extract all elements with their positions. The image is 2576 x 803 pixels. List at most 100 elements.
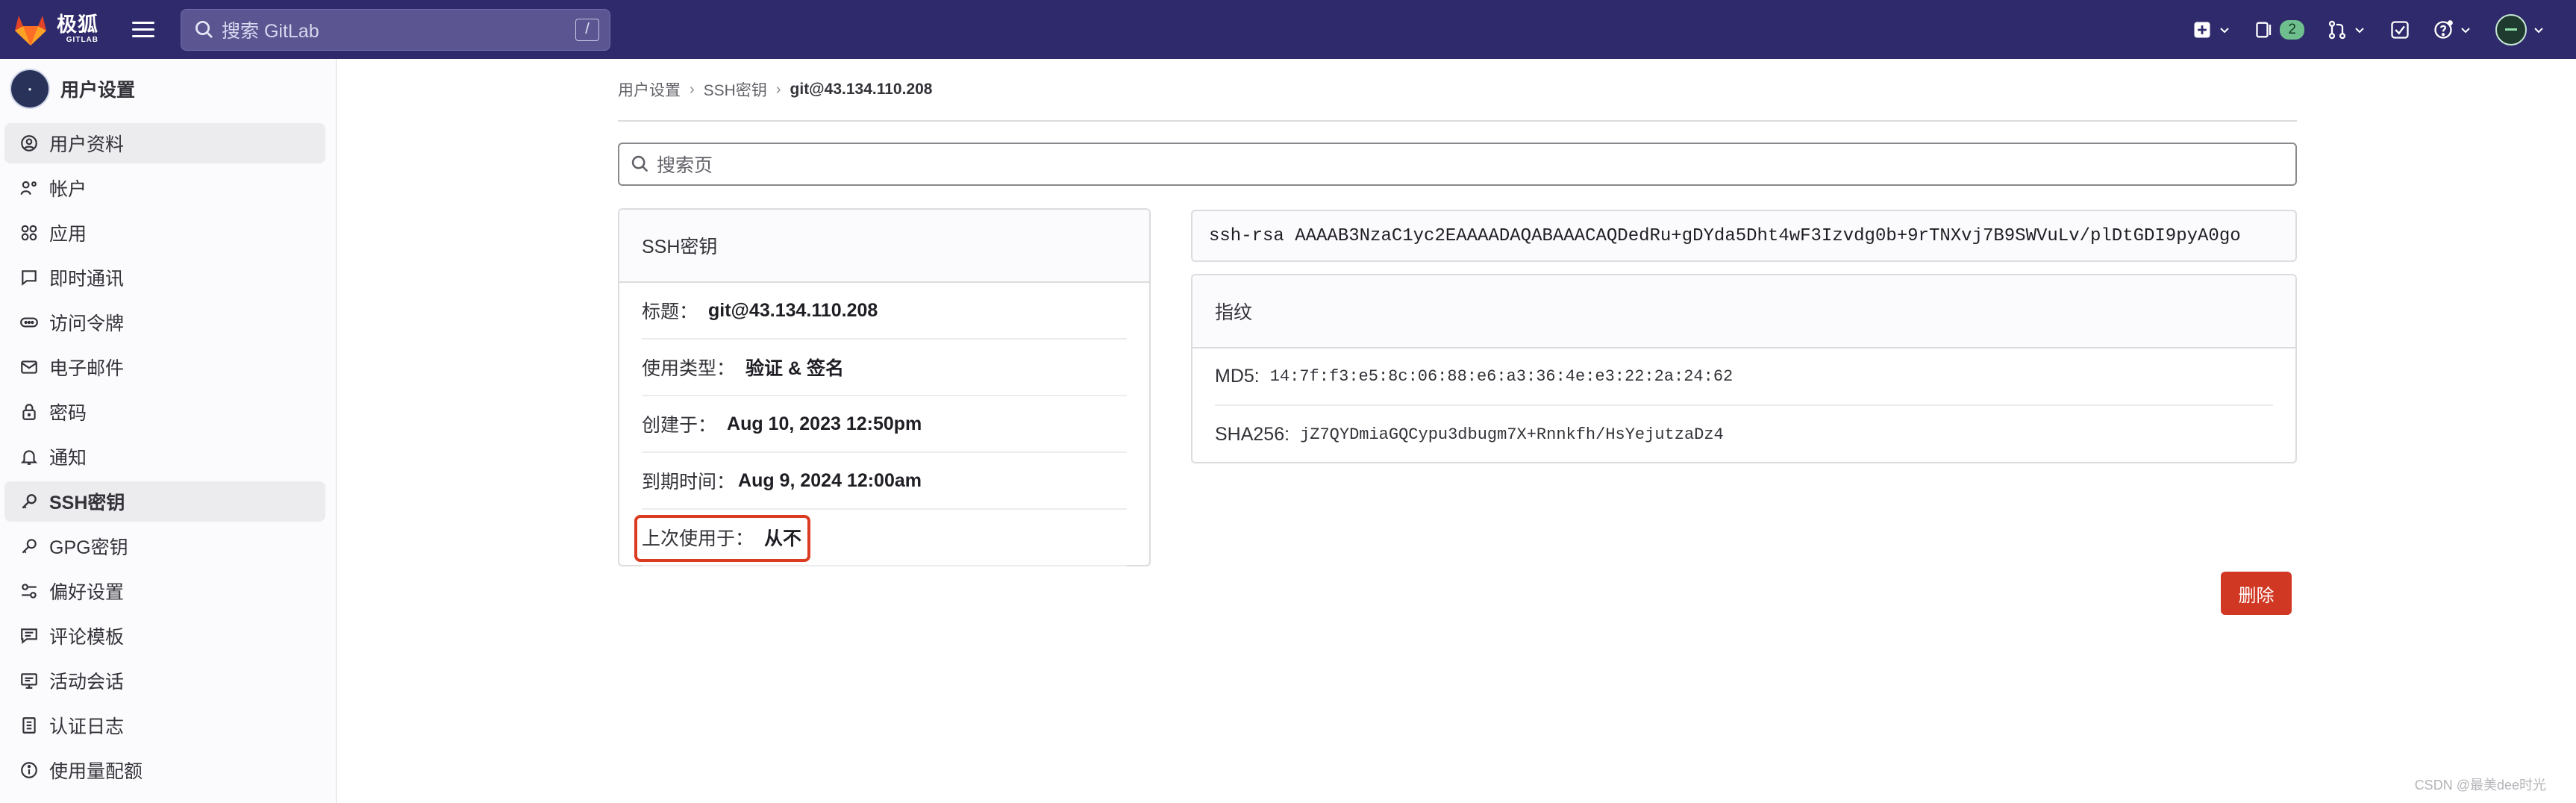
sidebar-item-label: 用户资料: [49, 134, 125, 155]
menu-toggle-button[interactable]: [130, 16, 157, 43]
ssh-public-key-text[interactable]: ssh-rsa AAAAB3NzaC1yc2EAAAADAQABAAACAQDe…: [1191, 210, 2297, 262]
sidebar-item-label: 应用: [49, 224, 87, 245]
ssh-key-expires-label: 到期时间：: [642, 472, 736, 493]
sidebar-item-label: 评论模板: [49, 627, 125, 648]
sidebar-item-label: 使用量配额: [49, 761, 143, 782]
global-search-input[interactable]: 搜索 GitLab /: [181, 8, 610, 51]
sidebar-item-auth-log[interactable]: 认证日志: [4, 705, 325, 746]
create-new-button[interactable]: [2192, 19, 2232, 40]
key-icon: [22, 494, 37, 509]
fingerprints-card-header: 指纹: [1192, 275, 2295, 349]
sidebar-nav: 用户资料 帐户 应用 即时通讯 访问令牌 电子邮件 密码 通知 SSH密钥 GP…: [0, 123, 336, 790]
fingerprint-sha256-row: SHA256: jZ7QYDmiaGQCypu3dbugm7X+Rnnkfh/H…: [1215, 406, 2273, 463]
ssh-key-created-value: Aug 10, 2023 12:50pm: [727, 413, 922, 434]
issues-count-badge: 2: [2280, 19, 2304, 40]
fingerprint-md5-value: 14:7f:f3:e5:8c:06:88:e6:a3:36:4e:e3:22:2…: [1269, 367, 1734, 386]
ssh-key-usage-type-label: 使用类型：: [642, 358, 736, 379]
chevron-down-icon: [2355, 27, 2364, 33]
settings-sidebar: ● 用户设置 用户资料 帐户 应用 即时通讯 访问令牌 电子邮件 密码 通知 S…: [0, 59, 337, 803]
help-button[interactable]: [2433, 19, 2473, 40]
help-question-icon: [2434, 19, 2453, 39]
ssh-key-usage-type-value: 验证 & 签名: [745, 358, 844, 379]
user-circle-icon: [21, 135, 37, 151]
sidebar-item-active-sessions[interactable]: 活动会话: [4, 660, 325, 701]
ssh-key-card-header: SSH密钥: [619, 210, 1149, 283]
fingerprint-sha256-label: SHA256:: [1215, 424, 1290, 445]
page-search-input[interactable]: 搜索页: [618, 143, 2297, 186]
log-icon: [22, 717, 36, 734]
breadcrumb-separator-icon: ›: [775, 81, 781, 98]
applications-icon: [21, 225, 37, 241]
sidebar-item-comment-templates[interactable]: 评论模板: [4, 616, 325, 656]
lock-icon: [22, 404, 36, 420]
ssh-key-usage-type-row: 使用类型： 验证 & 签名: [642, 340, 1127, 396]
sidebar-item-label: 认证日志: [49, 716, 125, 737]
sidebar-item-label: 即时通讯: [49, 269, 125, 290]
chevron-down-icon: [2534, 27, 2543, 33]
search-icon: [196, 20, 213, 38]
brand-logo-link[interactable]: 极狐 GITLAB: [12, 0, 99, 59]
ssh-key-title-label: 标题：: [642, 301, 698, 322]
user-menu-button[interactable]: [2495, 13, 2546, 46]
account-icon: [20, 181, 37, 195]
annotation-highlight-box: [634, 515, 810, 562]
ssh-key-details-card: SSH密钥 标题： git@43.134.110.208 使用类型： 验证 & …: [618, 208, 1151, 566]
sidebar-item-label: SSH密钥: [49, 493, 125, 513]
merge-requests-button[interactable]: [2327, 19, 2367, 40]
sidebar-item-preferences[interactable]: 偏好设置: [4, 571, 325, 611]
brand-name-cn: 极狐: [57, 13, 99, 36]
sidebar-header[interactable]: ● 用户设置: [0, 59, 336, 119]
sidebar-item-chat[interactable]: 即时通讯: [4, 257, 325, 298]
search-icon: [631, 155, 648, 172]
user-avatar: [2495, 13, 2527, 46]
sidebar-item-applications[interactable]: 应用: [4, 213, 325, 253]
ssh-key-expires-value: Aug 9, 2024 12:00am: [738, 469, 922, 491]
breadcrumb-current[interactable]: git@43.134.110.208: [790, 81, 933, 99]
sidebar-item-password[interactable]: 密码: [4, 392, 325, 432]
watermark-text: CSDN @最美dee时光: [2414, 778, 2546, 793]
sidebar-item-label: 电子邮件: [49, 358, 125, 379]
search-shortcut-hint: /: [575, 18, 599, 41]
issues-icon: [2256, 22, 2272, 37]
delete-key-button[interactable]: 删除: [2221, 572, 2292, 615]
breadcrumb-item-ssh-keys[interactable]: SSH密钥: [704, 78, 767, 101]
sidebar-item-label: 偏好设置: [49, 582, 125, 603]
monitor-icon: [21, 673, 37, 689]
sidebar-item-profile[interactable]: 用户资料: [4, 123, 325, 163]
fingerprint-md5-label: MD5:: [1215, 366, 1260, 387]
issues-button[interactable]: 2: [2254, 19, 2304, 40]
chevron-down-icon: [2461, 27, 2470, 33]
sidebar-item-label: GPG密钥: [49, 537, 128, 558]
sidebar-item-label: 帐户: [49, 179, 87, 200]
key-icon: [22, 539, 37, 554]
breadcrumb-separator-icon: ›: [690, 81, 695, 98]
sidebar-item-account[interactable]: 帐户: [4, 168, 325, 208]
page-search-placeholder: 搜索页: [657, 155, 713, 176]
fingerprints-card: 指纹 MD5: 14:7f:f3:e5:8c:06:88:e6:a3:36:4e…: [1191, 274, 2297, 463]
gitlab-fox-logo-icon: [15, 15, 46, 46]
sidebar-item-ssh-keys[interactable]: SSH密钥: [4, 481, 325, 522]
todos-button[interactable]: [2389, 19, 2410, 40]
plus-square-icon: [2194, 22, 2210, 37]
sidebar-item-gpg-keys[interactable]: GPG密钥: [4, 526, 325, 566]
ssh-key-title-row: 标题： git@43.134.110.208: [642, 283, 1127, 340]
chat-icon: [22, 270, 37, 286]
fingerprint-sha256-value: jZ7QYDmiaGQCypu3dbugm7X+Rnnkfh/HsYejutza…: [1300, 425, 1724, 444]
breadcrumb-item-user-settings[interactable]: 用户设置: [618, 78, 681, 101]
sidebar-item-label: 密码: [49, 403, 87, 424]
info-icon: [21, 762, 37, 778]
sidebar-item-notifications[interactable]: 通知: [4, 437, 325, 477]
sidebar-item-label: 通知: [49, 448, 87, 469]
merge-request-icon: [2328, 20, 2346, 39]
sidebar-item-usage-quotas[interactable]: 使用量配额: [4, 750, 325, 790]
brand-name-en: GITLAB: [66, 36, 99, 44]
token-icon: [20, 317, 38, 328]
sidebar-item-emails[interactable]: 电子邮件: [4, 347, 325, 387]
comment-template-icon: [21, 628, 37, 644]
sidebar-item-access-tokens[interactable]: 访问令牌: [4, 302, 325, 343]
mail-icon: [21, 360, 37, 374]
main-content: 用户设置 › SSH密钥 › git@43.134.110.208 搜索页 SS…: [618, 59, 2297, 615]
global-search-placeholder: 搜索 GitLab: [222, 20, 319, 42]
sidebar-title: 用户设置: [60, 80, 136, 101]
ssh-key-title-value: git@43.134.110.208: [708, 299, 878, 321]
